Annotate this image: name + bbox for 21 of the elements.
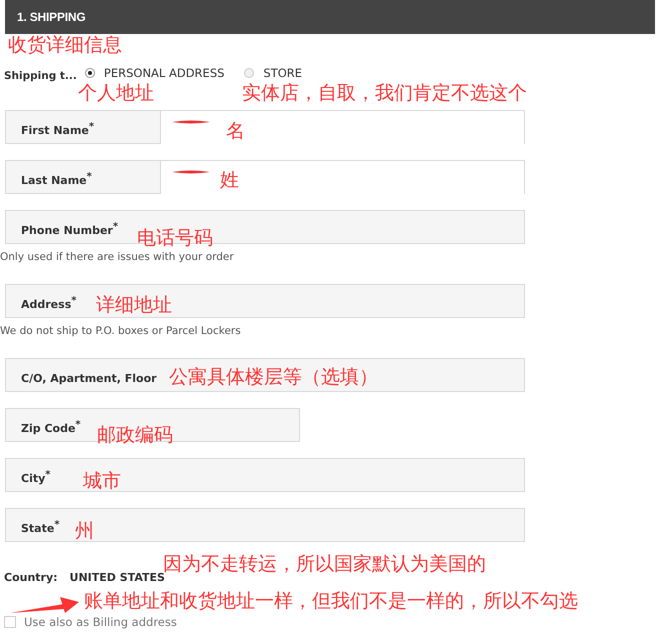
annotation-text: 实体店，自取，我们肯定不选这个 [242, 84, 527, 103]
field-hint: We do not ship to P.O. boxes or Parcel Lockers [0, 324, 242, 338]
annotation-text: 邮政编码 [97, 426, 173, 445]
annotation-text: 个人地址 [78, 84, 154, 103]
annotation-text: 姓 [220, 171, 239, 190]
annotation-text: 收货详细信息 [8, 36, 122, 55]
billing-checkbox[interactable]: Use also as Billing address [4, 615, 177, 629]
annotation-text: 账单地址和收货地址一样，但我们不是一样的，所以不勾选 [84, 592, 578, 611]
annotation-text: 名 [226, 122, 245, 141]
section-header: 1. SHIPPING [5, 0, 655, 34]
annotation-text: 州 [75, 522, 94, 541]
annotation-text: 因为不走转运，所以国家默认为美国的 [163, 555, 486, 574]
radio-option[interactable]: PERSONAL ADDRESS [84, 66, 224, 80]
country-label: Country: [4, 571, 58, 584]
annotation-text: 公寓具体楼层等（选填） [169, 368, 378, 387]
field-hint: Only used if there are issues with your order [0, 250, 235, 264]
radio-option[interactable]: STORE [244, 66, 302, 80]
annotation-text: 详细地址 [96, 296, 172, 315]
shipping-to-label: Shipping t... [4, 70, 77, 82]
annotation-text: 城市 [83, 472, 121, 491]
country-value: UNITED STATES [70, 571, 165, 584]
